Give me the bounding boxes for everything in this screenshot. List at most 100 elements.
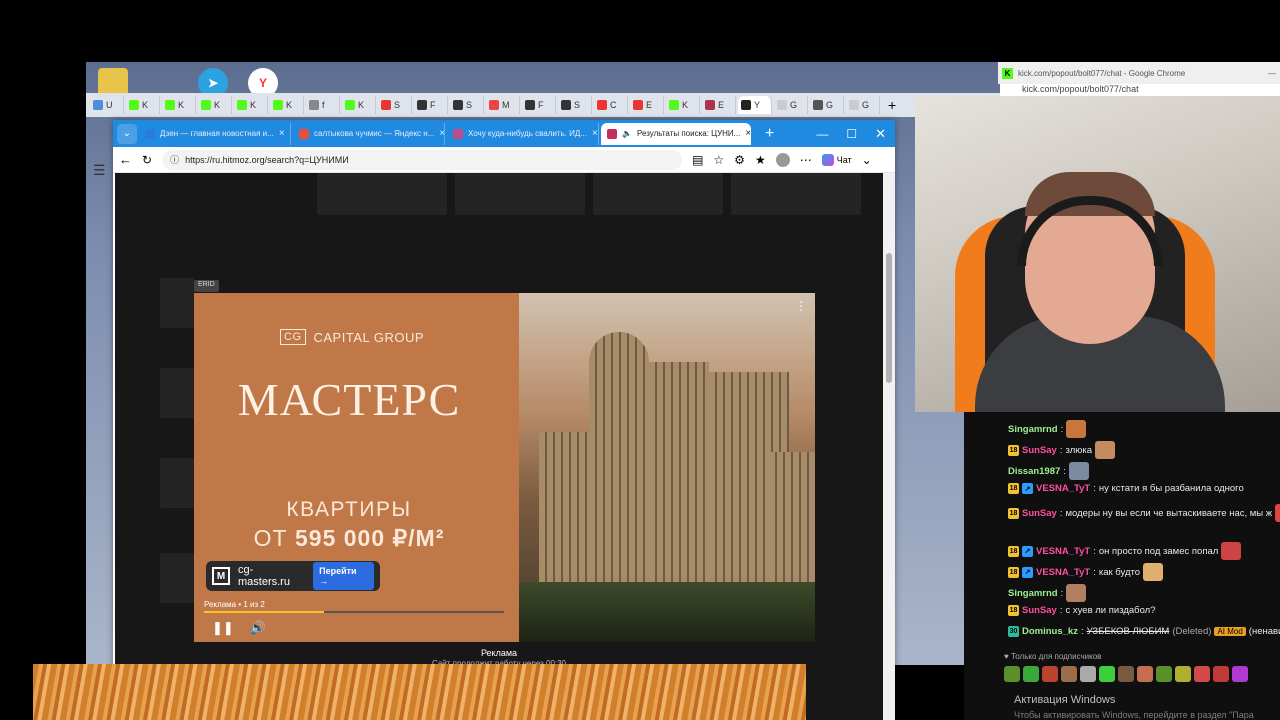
emote-icon[interactable] [1004,666,1020,682]
pause-icon[interactable]: ❚❚ [212,620,234,636]
chat-colon: : [1093,566,1096,578]
more-icon[interactable]: ⋯ [800,153,812,167]
goto-button[interactable]: Перейти → [313,562,374,590]
scrollbar-thumb[interactable] [886,253,892,383]
chrome-tab[interactable]: K [342,96,376,114]
tab-idea[interactable]: Хочу куда-нибудь свалить. ИД... × [447,122,599,145]
close-window-button[interactable]: ✕ [875,126,886,142]
chrome-tab[interactable]: K [162,96,196,114]
address-bar[interactable]: ⓘ https://ru.hitmoz.org/search?q=ЦУНИМИ [162,149,683,170]
chrome-new-tab-button[interactable]: + [888,97,896,113]
kick-url: kick.com/popout/bolt077/chat [1000,84,1280,96]
emote-icon[interactable] [1137,666,1153,682]
menu-icon[interactable]: ☰ [93,162,107,179]
maximize-button[interactable]: ☐ [846,127,857,141]
minimize-button[interactable]: — [1268,69,1276,78]
chat-text: модеры ну вы если че вытаскиваете нас, м… [1065,507,1273,519]
tab-yandex[interactable]: салтыкова чучмис — Яндекс н... × [293,122,445,145]
chrome-tab[interactable]: G [774,96,808,114]
emote-icon[interactable] [1156,666,1172,682]
copilot-chat-button[interactable]: Чат [821,153,852,166]
scrollbar[interactable] [883,173,895,720]
chat-username[interactable]: SunSay [1022,445,1057,456]
chrome-tab[interactable]: S [450,96,484,114]
chrome-tab[interactable]: K [234,96,268,114]
chrome-tab[interactable]: F [522,96,556,114]
ad-cta-pill[interactable]: M cg-masters.ru Перейти → [206,561,380,591]
emote-icon [1275,504,1280,522]
new-tab-button[interactable]: + [765,125,774,143]
chrome-tab[interactable]: E [630,96,664,114]
tab-favicon-icon [381,100,391,110]
chrome-tab-label: E [646,100,653,110]
minimize-button[interactable]: — [816,127,828,141]
chat-username[interactable]: VESNA_TyT [1036,483,1090,494]
emote-icon[interactable] [1175,666,1191,682]
chat-message: 30 Dominus_kz: УЗБЕКОВ ЛЮБИМ (Deleted) AI Mo… [1008,626,1280,637]
profile-avatar[interactable] [775,152,790,167]
chat-username[interactable]: VESNA_TyT [1036,546,1090,557]
hitmoz-icon [607,128,617,139]
kick-chat: Singamrnd:18 SunSay: злюка Dissan1987:18 ↗ VE… [964,412,1280,720]
chrome-tab[interactable]: K [126,96,160,114]
tab-favicon-icon [633,100,643,110]
chrome-tab[interactable]: U [90,96,124,114]
volume-icon[interactable]: 🔊 [250,620,266,636]
close-icon[interactable]: × [279,128,285,139]
chat-colon: : [1060,587,1064,599]
chrome-tab[interactable]: G [846,96,880,114]
close-icon[interactable]: × [439,128,444,139]
reader-icon[interactable]: ▤ [692,153,703,167]
chrome-tab[interactable]: K [666,96,700,114]
close-icon[interactable]: × [592,128,598,139]
emote-icon[interactable] [1042,666,1058,682]
chat-username[interactable]: Dissan1987 [1008,466,1060,477]
chat-username[interactable]: VESNA_TyT [1036,567,1090,578]
tab-dzen[interactable]: Дзен — главная новостная и... × [139,122,291,145]
tab-actions-icon[interactable]: ⌄ [117,123,137,144]
emote-icon[interactable] [1023,666,1039,682]
chrome-tab[interactable]: F [414,96,448,114]
extensions-icon[interactable]: ⚙ [734,153,745,167]
chrome-tab[interactable]: M [486,96,520,114]
chrome-tab[interactable]: Y [738,96,772,114]
ad-domain[interactable]: cg-masters.ru [238,564,305,588]
chrome-tab[interactable]: K [198,96,232,114]
emote-icon[interactable] [1232,666,1248,682]
chrome-tab[interactable]: K [270,96,304,114]
favorite-star-icon[interactable]: ☆ [713,153,724,167]
emote-icon[interactable] [1194,666,1210,682]
back-icon[interactable]: ← [119,152,132,167]
ad-video-player[interactable]: ERID CG CAPITAL GROUP МАСТЕРС КВАРТИРЫ О… [194,280,815,642]
chat-username[interactable]: SunSay [1022,508,1057,519]
emote-icon[interactable] [1080,666,1096,682]
chrome-tab[interactable]: f [306,96,340,114]
tab-search-results[interactable]: 🔈 Результаты поиска: ЦУНИ... × [601,122,751,145]
chrome-tab-strip: U K K K K Kf K S F S M F S C E K E Y G G G + [86,93,1000,117]
emote-icon[interactable] [1213,666,1229,682]
chrome-tab[interactable]: E [702,96,736,114]
chrome-tab[interactable]: S [558,96,592,114]
kebab-menu-icon[interactable]: ⋮ [795,299,807,313]
chat-text: ну кстати я бы разбанила одного [1098,483,1244,494]
emote-icon[interactable] [1099,666,1115,682]
chat-username[interactable]: Singamrnd [1008,424,1058,435]
close-icon[interactable]: × [745,128,750,139]
emote-icon[interactable] [1061,666,1077,682]
chat-username[interactable]: Dominus_kz [1022,626,1078,637]
chrome-tab[interactable]: S [378,96,412,114]
emote-icon[interactable] [1118,666,1134,682]
reload-icon[interactable]: ↻ [142,153,152,167]
tab-favicon-icon [417,100,427,110]
chrome-tab[interactable]: G [810,96,844,114]
site-info-icon[interactable]: ⓘ [170,153,179,166]
chrome-tab-label: F [538,100,544,110]
chat-badge: 18 [1008,566,1019,578]
ad-building-image [519,293,815,642]
chrome-tab-label: C [610,100,617,110]
chevron-down-icon[interactable]: ⌄ [862,153,872,167]
favorites-icon[interactable]: ★ [755,153,766,167]
chat-username[interactable]: SunSay [1022,605,1057,616]
chrome-tab[interactable]: C [594,96,628,114]
chat-username[interactable]: Singamrnd [1008,588,1058,599]
